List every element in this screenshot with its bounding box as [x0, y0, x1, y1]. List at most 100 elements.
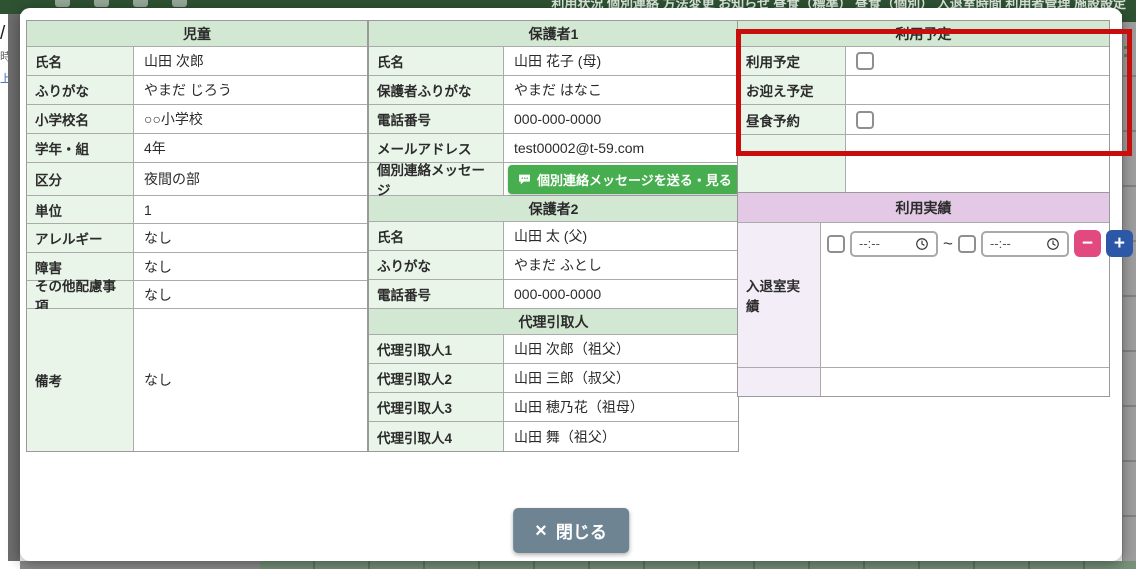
row-label: 学年・組: [27, 134, 134, 162]
table-row: 個別連絡メッセージ 個別連絡メッセージを送る・見る: [369, 163, 738, 196]
entry-time-placeholder: --:--: [859, 236, 880, 251]
toolbar-icon: [94, 0, 109, 7]
row-value: なし: [134, 309, 367, 451]
background-strip-gray: [20, 561, 260, 569]
table-row: ふりがな やまだ じろう: [27, 76, 367, 105]
row-value: 4年: [134, 134, 367, 162]
row-value: 山田 穂乃花（祖母）: [504, 393, 738, 421]
background-table-rows: [1122, 22, 1136, 569]
entry-time-checkbox[interactable]: [827, 235, 845, 253]
row-value: なし: [134, 224, 367, 252]
row-label: ふりがな: [369, 251, 504, 279]
background-text-fragment: 上: [0, 74, 8, 85]
table-row: 学年・組 4年: [27, 134, 367, 163]
row-value: 山田 舞（祖父）: [504, 422, 738, 451]
send-message-button[interactable]: 個別連絡メッセージを送る・見る: [508, 165, 742, 194]
lunch-reservation-checkbox[interactable]: [856, 111, 874, 129]
row-label: その他配慮事項: [27, 281, 134, 308]
row-value: やまだ ふとし: [504, 251, 738, 279]
table-row: 代理引取人2 山田 三郎（叔父）: [369, 364, 738, 393]
time-range-separator: ~: [943, 234, 953, 254]
remove-time-row-button[interactable]: −: [1074, 230, 1101, 257]
row-label: 代理引取人4: [369, 422, 504, 451]
table-row: 電話番号 000-000-0000: [369, 280, 738, 309]
speech-bubble-icon: [518, 173, 531, 186]
table-row: 代理引取人1 山田 次郎（祖父）: [369, 335, 738, 364]
row-label: 備考: [27, 309, 134, 451]
background-mark: [1124, 54, 1132, 57]
table-row: 氏名 山田 太 (父): [369, 222, 738, 251]
table-row: お迎え予定: [738, 76, 1109, 105]
close-button[interactable]: × 閉じる: [513, 508, 629, 553]
table-row: その他配慮事項 なし: [27, 281, 367, 309]
row-label: 区分: [27, 163, 134, 195]
row-label: メールアドレス: [369, 134, 504, 162]
table-row: 保護者ふりがな やまだ はなこ: [369, 76, 738, 105]
background-text-fragment: /: [0, 24, 5, 43]
row-value: [846, 76, 1109, 104]
row-value: 山田 太 (父): [504, 222, 738, 250]
row-label-empty: [738, 368, 821, 396]
row-label: 昼食予約: [738, 105, 846, 134]
send-message-button-label: 個別連絡メッセージを送る・見る: [537, 170, 732, 189]
toolbar-icon: [55, 0, 70, 7]
row-value: 夜間の部: [134, 163, 367, 195]
row-value: 個別連絡メッセージを送る・見る: [504, 163, 738, 195]
usage-actual-table: 利用実績 入退室実績 --:-- ~: [737, 192, 1110, 397]
table-row: 入退室実績 --:-- ~: [738, 223, 1109, 368]
section-header-plan: 利用予定: [738, 21, 1109, 46]
row-value: やまだ じろう: [134, 76, 367, 104]
row-label: 小学校名: [27, 105, 134, 133]
entry-exit-times-cell: --:-- ~ --:--: [821, 223, 1109, 367]
row-value: 山田 三郎（叔父）: [504, 364, 738, 392]
table-row: ふりがな やまだ ふとし: [369, 251, 738, 280]
table-row: アレルギー なし: [27, 224, 367, 253]
toolbar-icon-fragments: [55, 0, 187, 7]
row-label: お迎え予定: [738, 76, 846, 104]
clock-icon: [1046, 237, 1060, 251]
row-label: 氏名: [369, 222, 504, 250]
modal-backdrop-right: [1122, 0, 1136, 569]
row-label: 利用予定: [738, 47, 846, 75]
toolbar-icon: [172, 0, 187, 7]
row-label: 個別連絡メッセージ: [369, 163, 504, 195]
row-value: [821, 368, 1109, 396]
toolbar-icon: [133, 0, 148, 7]
row-value: なし: [134, 253, 367, 280]
usage-plan-checkbox[interactable]: [856, 52, 874, 70]
table-row: 単位 1: [27, 196, 367, 224]
row-value: test00002@t-59.com: [504, 134, 738, 162]
table-row: 昼食予約: [738, 105, 1109, 135]
screen: 利用状況 個別連絡 方法変更 お知らせ 昼食（標準） 昼食（個別） 入退室時間 …: [0, 0, 1136, 569]
student-detail-modal: 児童 氏名 山田 次郎 ふりがな やまだ じろう 小学校名 ○○小学校 学年・組…: [20, 8, 1122, 561]
table-row: 代理引取人3 山田 穂乃花（祖母）: [369, 393, 738, 422]
exit-time-checkbox[interactable]: [958, 235, 976, 253]
entry-time-input[interactable]: --:--: [850, 231, 938, 257]
row-value: 山田 花子 (母): [504, 47, 738, 75]
row-value: 山田 次郎（祖父）: [504, 335, 738, 363]
row-label: 代理引取人1: [369, 335, 504, 363]
row-label: 氏名: [27, 47, 134, 75]
background-table-header-strip: [260, 561, 1136, 569]
row-label: アレルギー: [27, 224, 134, 252]
row-label: 電話番号: [369, 105, 504, 133]
table-row: 備考 なし: [27, 309, 367, 451]
guardian-info-table: 保護者1 氏名 山田 花子 (母) 保護者ふりがな やまだ はなこ 電話番号 0…: [368, 20, 739, 452]
table-row: [738, 368, 1109, 396]
row-label-empty: [738, 135, 846, 193]
row-label: ふりがな: [27, 76, 134, 104]
child-info-table: 児童 氏名 山田 次郎 ふりがな やまだ じろう 小学校名 ○○小学校 学年・組…: [26, 20, 368, 452]
row-value: 000-000-0000: [504, 105, 738, 133]
row-label: 入退室実績: [738, 223, 821, 367]
clock-icon: [915, 237, 929, 251]
row-value: [846, 47, 1109, 75]
row-label: 単位: [27, 196, 134, 223]
table-row: 区分 夜間の部: [27, 163, 367, 196]
section-header-guardian2: 保護者2: [369, 196, 738, 221]
section-header-child: 児童: [27, 21, 367, 46]
table-row: 代理引取人4 山田 舞（祖父）: [369, 422, 738, 451]
row-value: 山田 次郎: [134, 47, 367, 75]
exit-time-input[interactable]: --:--: [981, 231, 1069, 257]
add-time-row-button[interactable]: +: [1106, 230, 1133, 257]
background-left-page: / 時 上: [0, 14, 8, 569]
